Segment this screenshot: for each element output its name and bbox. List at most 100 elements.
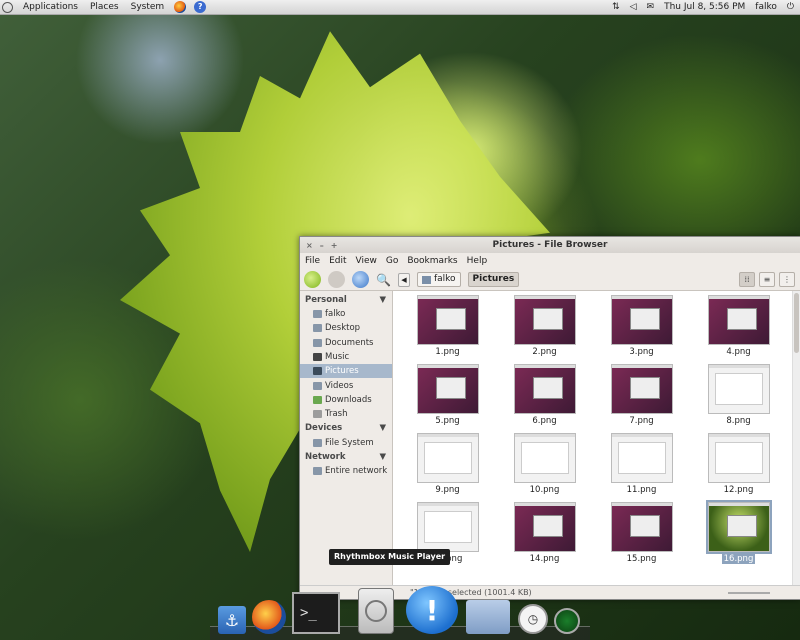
image-thumbnail: [610, 364, 673, 414]
file-browser-window: × – + Pictures - File Browser File Edit …: [299, 236, 800, 600]
dock: ⚓ >_ ! ◷: [210, 578, 590, 640]
user-label[interactable]: falko: [755, 2, 777, 12]
minimize-icon[interactable]: –: [320, 241, 324, 250]
file-item[interactable]: 16.png: [690, 500, 787, 571]
firefox-launcher-icon[interactable]: [174, 1, 187, 13]
menu-file[interactable]: File: [305, 256, 320, 266]
file-name: 4.png: [726, 347, 751, 357]
home-folder-icon: [421, 275, 431, 284]
reload-icon[interactable]: [352, 271, 369, 288]
file-item[interactable]: 14.png: [496, 502, 593, 571]
sidebar-item-falko[interactable]: falko: [300, 307, 392, 321]
image-thumbnail: [610, 433, 673, 483]
power-icon[interactable]: ⏻: [787, 2, 794, 12]
menu-applications[interactable]: Applications: [21, 2, 80, 12]
terminal-icon[interactable]: >_: [292, 592, 340, 634]
maximize-icon[interactable]: +: [331, 241, 338, 250]
menu-system[interactable]: System: [129, 2, 167, 12]
file-item[interactable]: 8.png: [690, 364, 787, 433]
scrollbar[interactable]: [792, 291, 800, 585]
clock-icon[interactable]: ◷: [518, 604, 548, 634]
file-name: 15.png: [626, 554, 657, 564]
file-item[interactable]: 12.png: [690, 433, 787, 502]
firefox-icon[interactable]: [252, 600, 286, 634]
file-item[interactable]: 10.png: [496, 433, 593, 502]
sidebar-item-documents[interactable]: Documents: [300, 336, 392, 350]
file-item[interactable]: 11.png: [593, 433, 690, 502]
search-icon[interactable]: 🔍: [376, 273, 391, 287]
music-icon: [313, 353, 322, 362]
drive-icon: [313, 438, 322, 447]
file-name: 5.png: [435, 416, 460, 426]
image-thumbnail: [610, 502, 673, 552]
back-arrow-icon[interactable]: [304, 271, 321, 288]
sidebar-section-devices[interactable]: Devices ▼: [300, 421, 392, 435]
breadcrumb-pictures[interactable]: Pictures: [467, 272, 520, 287]
file-name: 6.png: [532, 416, 557, 426]
sidebar-item-filesystem[interactable]: File System: [300, 435, 392, 449]
menu-edit[interactable]: Edit: [329, 256, 346, 266]
image-thumbnail: [513, 364, 576, 414]
places-sidebar: Personal ▼ falko Desktop Documents Music …: [300, 291, 393, 585]
notification-icon[interactable]: !: [406, 586, 458, 634]
path-left-arrow-icon[interactable]: ◀: [397, 272, 410, 287]
file-name: 12.png: [723, 485, 754, 495]
forward-arrow-icon[interactable]: [328, 271, 345, 288]
image-thumbnail: [513, 295, 576, 345]
menu-help[interactable]: Help: [467, 256, 488, 266]
trash-icon: [313, 410, 322, 419]
file-item[interactable]: 6.png: [496, 364, 593, 433]
image-thumbnail: [416, 433, 479, 483]
file-item[interactable]: 9.png: [399, 433, 496, 502]
folder-icon[interactable]: [466, 600, 510, 634]
file-name: 11.png: [626, 485, 657, 495]
file-item[interactable]: 4.png: [690, 295, 787, 364]
menu-go[interactable]: Go: [386, 256, 398, 266]
zoom-slider[interactable]: [728, 592, 770, 594]
file-item[interactable]: 3.png: [593, 295, 690, 364]
file-item[interactable]: 5.png: [399, 364, 496, 433]
file-item[interactable]: 2.png: [496, 295, 593, 364]
scrollbar-thumb[interactable]: [794, 293, 799, 353]
anchor-launcher-icon[interactable]: ⚓: [218, 606, 246, 634]
sidebar-section-network[interactable]: Network ▼: [300, 450, 392, 464]
image-thumbnail: [610, 295, 673, 345]
list-view-icon[interactable]: ≡: [759, 272, 775, 287]
sidebar-item-videos[interactable]: Videos: [300, 378, 392, 392]
menu-view[interactable]: View: [356, 256, 377, 266]
sidebar-item-trash[interactable]: Trash: [300, 407, 392, 421]
compact-view-icon[interactable]: ⋮: [779, 272, 795, 287]
rhythmbox-icon[interactable]: [358, 588, 394, 634]
file-item[interactable]: 15.png: [593, 502, 690, 571]
image-thumbnail: [513, 433, 576, 483]
file-name: 3.png: [629, 347, 654, 357]
icon-view-icon[interactable]: ⁞⁞: [739, 272, 755, 287]
file-name: 9.png: [435, 485, 460, 495]
clock-label[interactable]: Thu Jul 8, 5:56 PM: [664, 2, 745, 12]
volume-icon[interactable]: ◁: [630, 2, 637, 12]
file-name: 2.png: [532, 347, 557, 357]
top-panel: Applications Places System ? ⇅ ◁ ✉ Thu J…: [0, 0, 800, 15]
window-titlebar[interactable]: × – + Pictures - File Browser: [300, 237, 800, 253]
help-icon[interactable]: ?: [194, 1, 207, 13]
image-thumbnail: [707, 295, 770, 345]
breadcrumb-home[interactable]: falko: [416, 272, 461, 287]
file-item[interactable]: 7.png: [593, 364, 690, 433]
menu-bookmarks[interactable]: Bookmarks: [407, 256, 457, 266]
collapse-arrow-icon: ▼: [379, 423, 386, 434]
sidebar-item-entire-network[interactable]: Entire network: [300, 464, 392, 478]
menu-places[interactable]: Places: [88, 2, 121, 12]
sidebar-item-desktop[interactable]: Desktop: [300, 321, 392, 335]
file-item[interactable]: 1.png: [399, 295, 496, 364]
home-folder-icon: [313, 310, 322, 319]
sidebar-item-pictures[interactable]: Pictures: [300, 364, 392, 379]
network-icon[interactable]: ⇅: [612, 2, 620, 12]
close-icon[interactable]: ×: [306, 241, 313, 250]
green-orb-icon[interactable]: [554, 608, 580, 634]
window-title: Pictures - File Browser: [492, 240, 608, 250]
mail-icon[interactable]: ✉: [647, 2, 655, 12]
sidebar-section-personal[interactable]: Personal ▼: [300, 293, 392, 307]
documents-folder-icon: [313, 338, 322, 347]
sidebar-item-music[interactable]: Music: [300, 350, 392, 364]
sidebar-item-downloads[interactable]: Downloads: [300, 393, 392, 407]
